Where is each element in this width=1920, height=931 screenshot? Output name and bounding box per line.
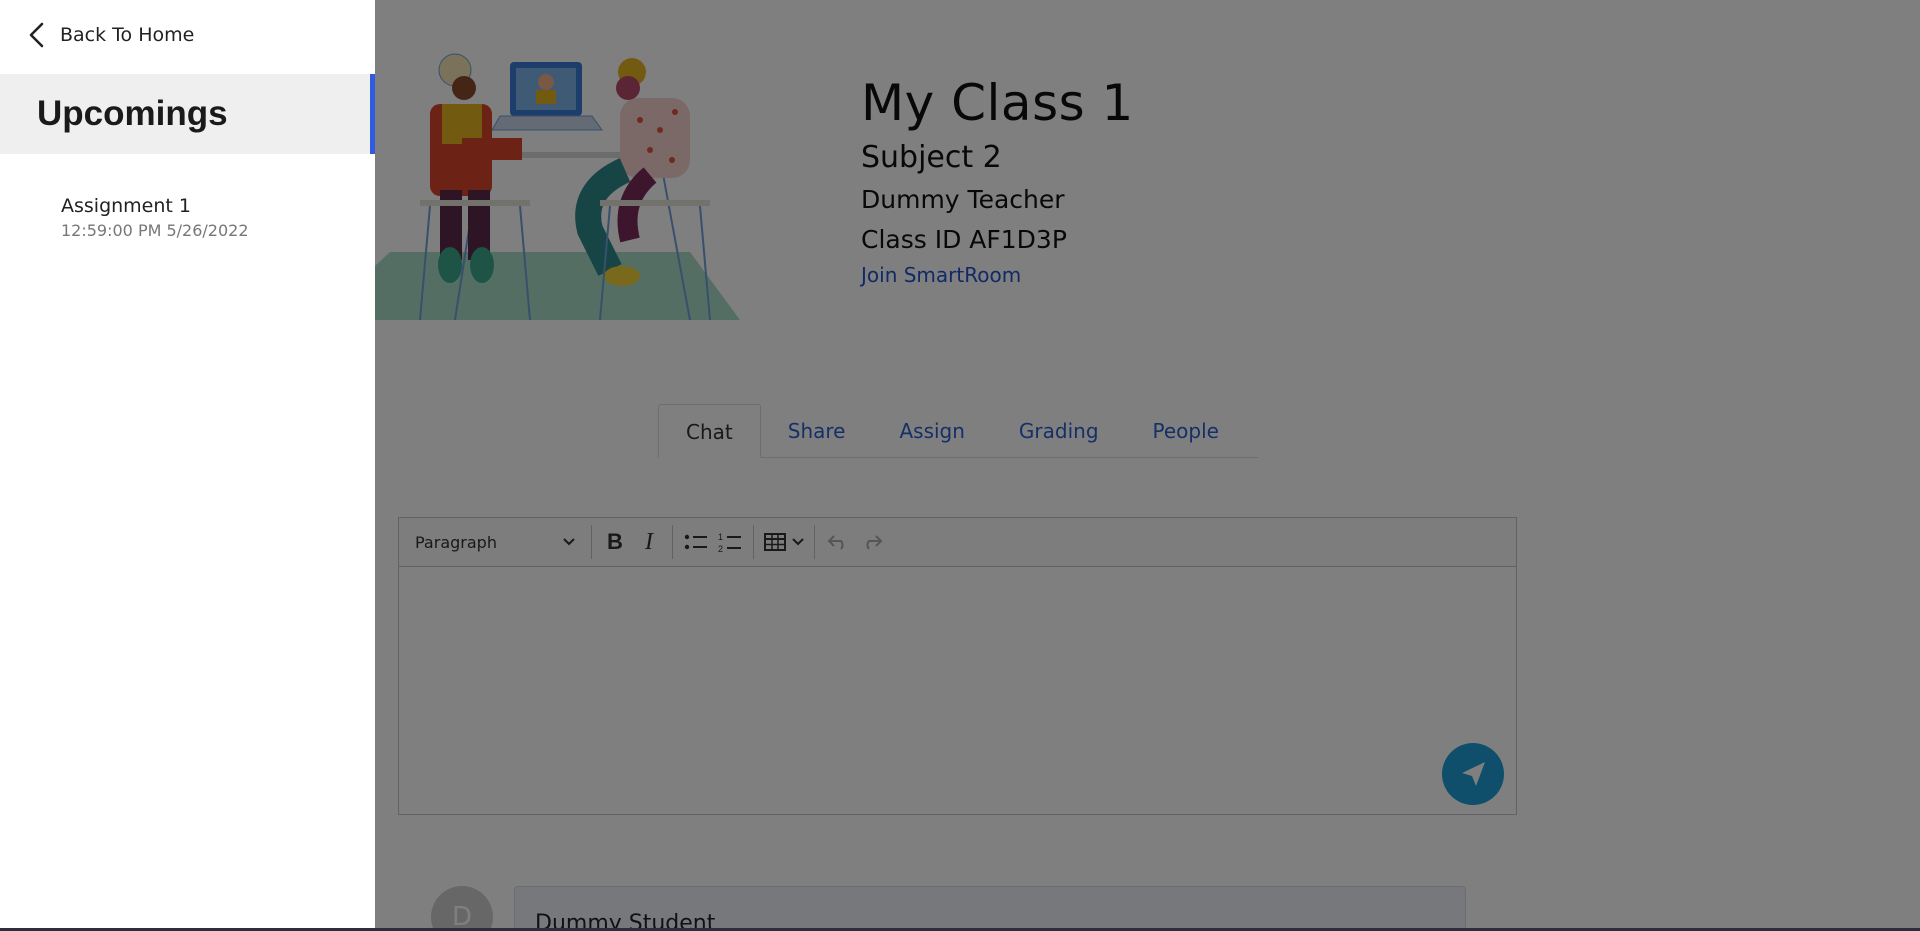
upcomings-title: Upcomings: [37, 94, 228, 133]
upcomings-header: Upcomings: [0, 74, 375, 154]
upcoming-item-due: 12:59:00 PM 5/26/2022: [61, 221, 249, 240]
upcoming-item[interactable]: Assignment 1 12:59:00 PM 5/26/2022: [61, 192, 249, 242]
upcoming-item-title: Assignment 1: [61, 195, 191, 217]
upcomings-drawer: Back To Home Upcomings Assignment 1 12:5…: [0, 0, 375, 931]
back-to-home-link[interactable]: Back To Home: [26, 18, 194, 52]
back-to-home-label: Back To Home: [60, 24, 195, 46]
chevron-left-icon: [29, 22, 44, 48]
